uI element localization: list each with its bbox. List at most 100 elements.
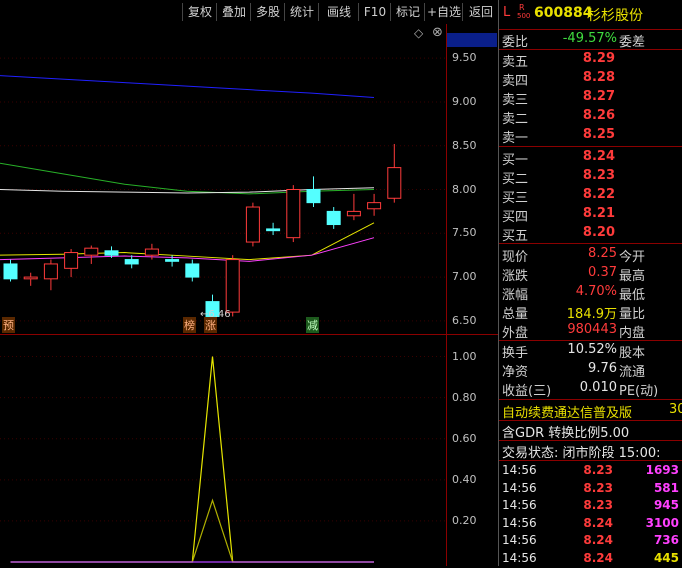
mark-button[interactable]: 标记 bbox=[390, 3, 425, 21]
order-row-sell[interactable]: 卖三 8.27 bbox=[499, 88, 682, 108]
axis-divider bbox=[446, 24, 447, 566]
tick-volume: 736 bbox=[653, 533, 679, 547]
marker-yu[interactable]: 预 bbox=[2, 317, 15, 333]
y-tick-label: 6.50 bbox=[452, 313, 477, 327]
buy-level-price: 8.23 bbox=[582, 168, 615, 183]
draw-line-button[interactable]: 画线 bbox=[318, 3, 359, 21]
candle-body bbox=[245, 206, 260, 243]
candle[interactable] bbox=[326, 207, 341, 229]
quote-right-label: 最低 bbox=[619, 288, 646, 303]
sub-y-tick-label: 0.40 bbox=[452, 472, 477, 486]
order-row-buy[interactable]: 买二 8.23 bbox=[499, 167, 682, 187]
order-row-sell[interactable]: 卖一 8.25 bbox=[499, 126, 682, 146]
tick-volume: 945 bbox=[653, 498, 679, 512]
buy-level-price: 8.22 bbox=[582, 187, 615, 202]
candle[interactable] bbox=[3, 259, 18, 282]
promo-text[interactable]: 自动续费通达信普及版 bbox=[502, 402, 632, 421]
candle[interactable] bbox=[367, 193, 382, 216]
candle[interactable] bbox=[306, 176, 321, 208]
statistics-button[interactable]: 统计 bbox=[284, 3, 319, 21]
weibi-value: -49.57% bbox=[562, 31, 617, 46]
f10-button[interactable]: F10 bbox=[358, 3, 391, 21]
quote-right-label: 量比 bbox=[619, 307, 646, 322]
tick-row: 14:56 8.23 581 bbox=[499, 480, 682, 498]
candle[interactable] bbox=[286, 185, 301, 243]
back-button[interactable]: 返回 bbox=[462, 3, 499, 21]
order-row-buy[interactable]: 买三 8.22 bbox=[499, 186, 682, 206]
candle[interactable] bbox=[245, 202, 260, 247]
candle-body bbox=[326, 210, 341, 226]
fuquan-button[interactable]: 复权 bbox=[182, 3, 217, 21]
candle-body bbox=[124, 259, 139, 265]
candle-body bbox=[367, 202, 382, 210]
y-tick-label: 8.00 bbox=[452, 182, 477, 196]
kline-chart[interactable] bbox=[0, 24, 446, 334]
order-row-buy[interactable]: 买五 8.20 bbox=[499, 224, 682, 244]
ma-line bbox=[0, 75, 375, 99]
candle-body bbox=[23, 276, 38, 280]
tick-row: 14:56 8.23 1693 bbox=[499, 462, 682, 480]
tick-row: 14:56 8.24 736 bbox=[499, 532, 682, 550]
fund-row: 换手 10.52% 股本 bbox=[499, 341, 682, 361]
buy-level-price: 8.20 bbox=[582, 225, 615, 240]
candle-body bbox=[165, 259, 180, 262]
fund-value: 10.52% bbox=[567, 342, 617, 357]
multi-stock-button[interactable]: 多股 bbox=[250, 3, 285, 21]
marker-jian[interactable]: 减 bbox=[306, 317, 319, 333]
candle[interactable] bbox=[346, 193, 361, 221]
quote-right-label: 内盘 bbox=[619, 326, 646, 341]
quote-panel: L R 500 600884 杉杉股份 委比 -49.57% 委差 卖五 8.29… bbox=[498, 0, 682, 566]
candle[interactable] bbox=[387, 143, 402, 203]
candle-body bbox=[266, 228, 281, 232]
candle[interactable] bbox=[225, 255, 240, 317]
buy-level-price: 8.21 bbox=[582, 206, 615, 221]
quote-row: 涨幅 4.70% 最低 bbox=[499, 283, 682, 303]
quote-value: 184.9万 bbox=[566, 307, 617, 322]
candle[interactable] bbox=[124, 255, 139, 269]
order-row-sell[interactable]: 卖四 8.28 bbox=[499, 69, 682, 89]
candle-body bbox=[144, 248, 159, 256]
sub-y-tick-label: 0.60 bbox=[452, 431, 477, 445]
fund-value: 9.76 bbox=[588, 361, 617, 376]
current-price-tag bbox=[447, 33, 497, 47]
overlay-button[interactable]: 叠加 bbox=[216, 3, 251, 21]
indicator-line bbox=[10, 498, 374, 563]
sub-y-tick-label: 0.20 bbox=[452, 513, 477, 527]
fund-value: 0.010 bbox=[579, 380, 617, 395]
marker-bang[interactable]: 榜 bbox=[183, 317, 196, 333]
candle-body bbox=[43, 263, 58, 280]
candle-body bbox=[346, 210, 361, 217]
quote-row: 涨跌 0.37 最高 bbox=[499, 264, 682, 284]
indicator-chart[interactable] bbox=[0, 336, 446, 566]
quote-value: 0.37 bbox=[588, 265, 617, 280]
order-row-sell[interactable]: 卖二 8.26 bbox=[499, 107, 682, 127]
candle[interactable] bbox=[84, 245, 99, 264]
add-watchlist-button[interactable]: +自选 bbox=[424, 3, 463, 21]
quote-row: 总量 184.9万 量比 bbox=[499, 302, 682, 322]
quote-right-label: 今开 bbox=[619, 250, 646, 265]
candle[interactable] bbox=[43, 259, 58, 291]
sell-level-price: 8.27 bbox=[582, 89, 615, 104]
order-row-buy[interactable]: 买四 8.21 bbox=[499, 205, 682, 225]
candle-body bbox=[225, 259, 240, 313]
chart-toolbar: 复权 叠加 多股 统计 画线 F10 标记 +自选 返回 bbox=[0, 0, 498, 24]
quote-row: 现价 8.25 今开 bbox=[499, 245, 682, 265]
candle[interactable] bbox=[185, 259, 200, 282]
y-tick-label: 8.50 bbox=[452, 138, 477, 152]
order-row-buy[interactable]: 买一 8.24 bbox=[499, 148, 682, 168]
candle[interactable] bbox=[23, 272, 38, 286]
candle[interactable] bbox=[64, 249, 79, 278]
candle-body bbox=[286, 189, 301, 239]
order-row-sell[interactable]: 卖五 8.29 bbox=[499, 50, 682, 70]
fund-row: 收益(三) 0.010 PE(动) bbox=[499, 379, 682, 399]
tick-volume: 1693 bbox=[645, 463, 679, 477]
stock-header: L R 500 600884 杉杉股份 bbox=[499, 3, 682, 27]
tick-row: 14:56 8.23 945 bbox=[499, 497, 682, 515]
quote-value: 980443 bbox=[567, 322, 617, 337]
sell-level-price: 8.25 bbox=[582, 127, 615, 142]
sub-y-tick-label: 0.80 bbox=[452, 390, 477, 404]
promo-tail: 30 bbox=[669, 402, 682, 417]
y-tick-label: 7.50 bbox=[452, 226, 477, 240]
candle-body bbox=[387, 167, 402, 199]
sell-level-price: 8.26 bbox=[582, 108, 615, 123]
